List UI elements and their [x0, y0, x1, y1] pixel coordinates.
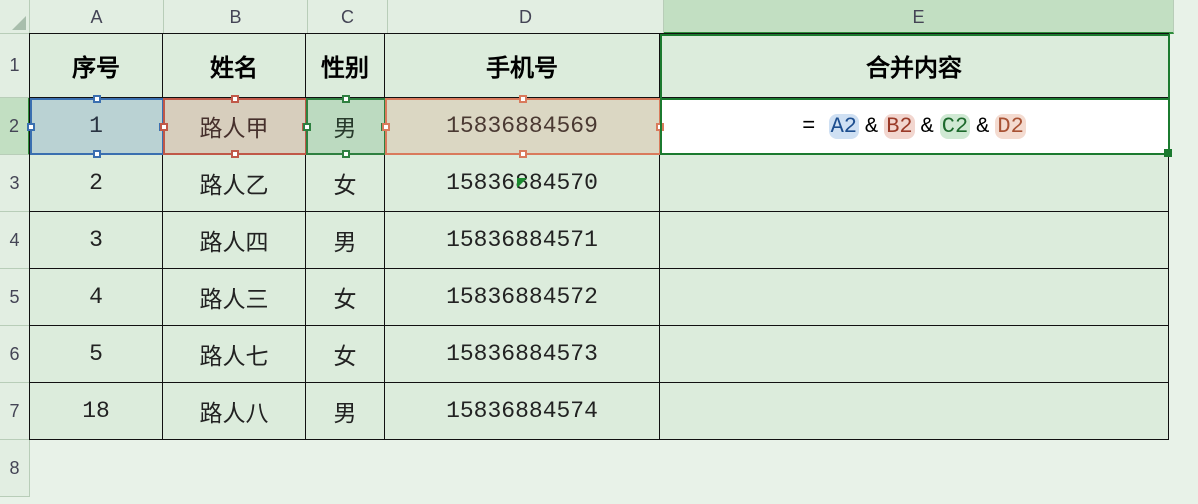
col-header-B[interactable]: B [164, 0, 308, 34]
cell-E5[interactable] [659, 268, 1169, 326]
column-header-row: A B C D E [0, 0, 1198, 34]
col-header-C[interactable]: C [308, 0, 388, 34]
cell-C2[interactable]: 男 [305, 97, 385, 155]
table-row: 3 路人四 男 15836884571 [30, 212, 1198, 269]
cell-B6[interactable]: 路人七 [162, 325, 306, 383]
cell-E3[interactable] [659, 154, 1169, 212]
cell-C7[interactable]: 男 [305, 382, 385, 440]
cell-grid: 序号 姓名 性别 手机号 合并内容 1 路人甲 男 15836884569 = … [30, 34, 1198, 504]
cell-E2-formula[interactable]: = A2&B2&C2&D2 [659, 97, 1169, 155]
table-row: 4 路人三 女 15836884572 [30, 269, 1198, 326]
cell-B4[interactable]: 路人四 [162, 211, 306, 269]
table-row: 18 路人八 男 15836884574 [30, 383, 1198, 440]
cell-B5[interactable]: 路人三 [162, 268, 306, 326]
row-header-5[interactable]: 5 [0, 269, 30, 326]
formula-eq: = [802, 114, 815, 139]
row-header-6[interactable]: 6 [0, 326, 30, 383]
formula-ref-C2: C2 [940, 114, 970, 139]
row-header-4[interactable]: 4 [0, 212, 30, 269]
cell-A6[interactable]: 5 [29, 325, 163, 383]
row-header-1[interactable]: 1 [0, 34, 30, 98]
formula-amp: & [859, 114, 884, 139]
formula-ref-A2: A2 [829, 114, 859, 139]
cell-C5[interactable]: 女 [305, 268, 385, 326]
cell-B7[interactable]: 路人八 [162, 382, 306, 440]
cell-D6[interactable]: 15836884573 [384, 325, 660, 383]
cell-D4[interactable]: 15836884571 [384, 211, 660, 269]
cell-D3[interactable]: 15836884570 [384, 154, 660, 212]
header-cell-D[interactable]: 手机号 [384, 33, 660, 98]
col-header-E[interactable]: E [664, 0, 1174, 34]
col-header-A[interactable]: A [30, 0, 164, 34]
spreadsheet[interactable]: A B C D E 1 2 3 4 5 6 7 8 序号 姓名 性别 手机号 合… [0, 0, 1198, 504]
cell-E4[interactable] [659, 211, 1169, 269]
row-header-2[interactable]: 2 [0, 98, 30, 155]
cell-B2[interactable]: 路人甲 [162, 97, 306, 155]
cell-D7[interactable]: 15836884574 [384, 382, 660, 440]
table-row: 2 路人乙 女 15836884570 [30, 155, 1198, 212]
cell-D2[interactable]: 15836884569 [384, 97, 660, 155]
cell-A2[interactable]: 1 [29, 97, 163, 155]
table-row: 5 路人七 女 15836884573 [30, 326, 1198, 383]
formula-amp: & [970, 114, 995, 139]
cell-E7[interactable] [659, 382, 1169, 440]
cell-A3[interactable]: 2 [29, 154, 163, 212]
row-header-7[interactable]: 7 [0, 383, 30, 440]
formula-ref-D2: D2 [995, 114, 1025, 139]
table-row: 1 路人甲 男 15836884569 = A2&B2&C2&D2 [30, 98, 1198, 155]
cell-D5[interactable]: 15836884572 [384, 268, 660, 326]
cell-C4[interactable]: 男 [305, 211, 385, 269]
cell-C6[interactable]: 女 [305, 325, 385, 383]
header-cell-E[interactable]: 合并内容 [659, 33, 1169, 98]
select-all-corner[interactable] [0, 0, 30, 34]
header-cell-C[interactable]: 性别 [305, 33, 385, 98]
header-cell-B[interactable]: 姓名 [162, 33, 306, 98]
cell-E6[interactable] [659, 325, 1169, 383]
formula-display: = A2&B2&C2&D2 [802, 114, 1026, 139]
cell-A7[interactable]: 18 [29, 382, 163, 440]
header-cell-A[interactable]: 序号 [29, 33, 163, 98]
row-header-3[interactable]: 3 [0, 155, 30, 212]
formula-ref-B2: B2 [884, 114, 914, 139]
cell-A4[interactable]: 3 [29, 211, 163, 269]
table-header-row: 序号 姓名 性别 手机号 合并内容 [30, 34, 1198, 98]
cell-B3[interactable]: 路人乙 [162, 154, 306, 212]
cell-A5[interactable]: 4 [29, 268, 163, 326]
row-header-8[interactable]: 8 [0, 440, 30, 497]
cell-C3[interactable]: 女 [305, 154, 385, 212]
col-header-D[interactable]: D [388, 0, 664, 34]
formula-amp: & [915, 114, 940, 139]
